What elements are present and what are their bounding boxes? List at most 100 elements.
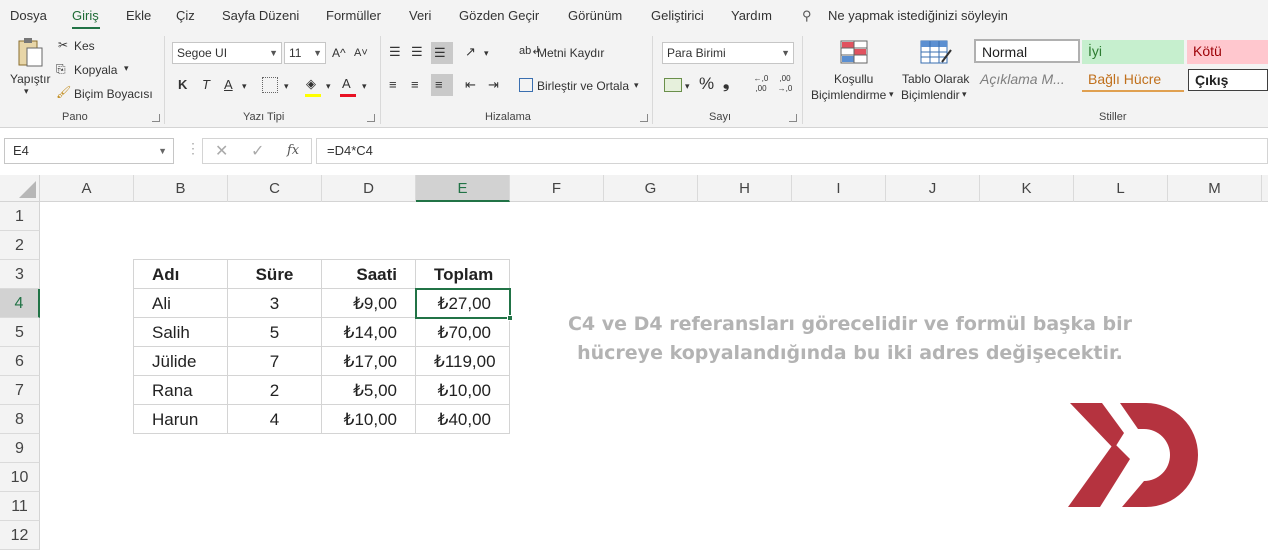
table-cell[interactable]: Jülide <box>134 347 228 376</box>
table-header-cell[interactable]: Süre <box>228 260 322 289</box>
style-normal[interactable]: Normal <box>974 39 1080 63</box>
insert-function-icon[interactable]: fx <box>287 143 299 158</box>
table-cell[interactable]: Salih <box>134 318 228 347</box>
name-box[interactable]: E4 ▼ <box>4 138 174 164</box>
row-header-6[interactable]: 6 <box>0 347 40 376</box>
format-painter-icon[interactable]: 🖌 <box>56 85 71 99</box>
table-cell[interactable]: ₺14,00 <box>322 318 416 347</box>
align-right-icon[interactable]: ≡ <box>435 75 443 95</box>
tab-ciz[interactable]: Çiz <box>176 8 195 23</box>
cut-button[interactable]: Kes <box>74 39 95 53</box>
col-header-e[interactable]: E <box>416 175 510 202</box>
select-all-corner[interactable] <box>0 175 40 202</box>
percent-style-button[interactable]: % <box>699 74 714 94</box>
row-header-5[interactable]: 5 <box>0 318 40 347</box>
row-header-2[interactable]: 2 <box>0 231 40 260</box>
merge-center-button[interactable]: Birleştir ve Ortala <box>537 79 629 93</box>
style-linked-cell[interactable]: Bağlı Hücre <box>1082 68 1184 92</box>
align-top-icon[interactable]: ☰ <box>389 42 401 62</box>
table-cell[interactable]: ₺5,00 <box>322 376 416 405</box>
table-cell[interactable]: ₺70,00 <box>416 318 510 347</box>
row-header-11[interactable]: 11 <box>0 492 40 521</box>
table-cell[interactable]: ₺10,00 <box>322 405 416 434</box>
tab-veri[interactable]: Veri <box>409 8 431 23</box>
tab-dosya[interactable]: Dosya <box>10 8 47 23</box>
table-cell[interactable]: ₺9,00 <box>322 289 416 318</box>
col-header-h[interactable]: H <box>698 175 792 202</box>
table-cell[interactable]: ₺119,00 <box>416 347 510 376</box>
col-header-f[interactable]: F <box>510 175 604 202</box>
wrap-text-button[interactable]: Metni Kaydır <box>537 46 604 60</box>
cancel-icon[interactable]: ✕ <box>215 141 228 161</box>
alignment-launcher-icon[interactable] <box>640 114 648 122</box>
shrink-font-button[interactable]: A˅ <box>354 43 368 63</box>
format-as-table-label2[interactable]: Biçimlendir <box>901 88 960 102</box>
paste-icon[interactable] <box>16 38 44 68</box>
tab-gorunum[interactable]: Görünüm <box>568 8 622 23</box>
font-color-dropdown-icon[interactable]: ▾ <box>362 76 367 96</box>
font-name-select[interactable]: Segoe UI ▼ <box>172 42 282 64</box>
row-header-1[interactable]: 1 <box>0 202 40 231</box>
col-header-m[interactable]: M <box>1168 175 1262 202</box>
bold-button[interactable]: K <box>178 75 187 95</box>
style-good[interactable]: İyi <box>1082 40 1184 64</box>
table-cell[interactable]: ₺40,00 <box>416 405 510 434</box>
format-as-table-label1[interactable]: Tablo Olarak <box>902 72 969 86</box>
row-header-7[interactable]: 7 <box>0 376 40 405</box>
merge-center-icon[interactable] <box>519 78 533 92</box>
table-cell[interactable]: 5 <box>228 318 322 347</box>
col-header-k[interactable]: K <box>980 175 1074 202</box>
table-cell[interactable]: Rana <box>134 376 228 405</box>
tell-me-search[interactable]: Ne yapmak istediğinizi söyleyin <box>828 8 1008 23</box>
col-header-d[interactable]: D <box>322 175 416 202</box>
number-format-select[interactable]: Para Birimi ▼ <box>662 42 794 64</box>
table-cell[interactable]: Harun <box>134 405 228 434</box>
enter-icon[interactable]: ✓ <box>251 141 264 161</box>
row-header-9[interactable]: 9 <box>0 434 40 463</box>
grow-font-button[interactable]: A^ <box>332 43 346 63</box>
table-cell[interactable]: ₺17,00 <box>322 347 416 376</box>
style-output[interactable]: Çıkış <box>1188 69 1268 91</box>
accounting-dropdown-icon[interactable]: ▾ <box>685 76 690 96</box>
lightbulb-icon[interactable]: ⚲ <box>802 8 812 24</box>
paste-button[interactable]: Yapıştır <box>10 72 50 86</box>
col-header-g[interactable]: G <box>604 175 698 202</box>
borders-icon[interactable] <box>262 77 278 93</box>
formula-input[interactable]: =D4*C4 <box>316 138 1268 164</box>
orientation-icon[interactable]: ↗ <box>465 42 476 62</box>
tab-yardim[interactable]: Yardım <box>731 8 772 23</box>
increase-indent-icon[interactable]: ⇥ <box>488 75 499 95</box>
conditional-formatting-label2[interactable]: Biçimlendirme <box>811 88 886 102</box>
table-cell[interactable]: 2 <box>228 376 322 405</box>
tab-ekle[interactable]: Ekle <box>126 8 151 23</box>
increase-decimal-button[interactable]: ←,0 ,00 <box>750 74 772 94</box>
conditional-formatting-label1[interactable]: Koşullu <box>834 72 873 86</box>
format-as-table-icon[interactable] <box>920 40 952 66</box>
row-header-12[interactable]: 12 <box>0 521 40 550</box>
format-painter-button[interactable]: Biçim Boyacısı <box>74 87 153 101</box>
col-header-b[interactable]: B <box>134 175 228 202</box>
copy-icon[interactable]: ⎘ <box>56 62 66 77</box>
table-cell[interactable]: 7 <box>228 347 322 376</box>
font-size-select[interactable]: 11 ▼ <box>284 42 326 64</box>
table-header-cell[interactable]: Saati <box>322 260 416 289</box>
clipboard-launcher-icon[interactable] <box>152 114 160 122</box>
col-header-j[interactable]: J <box>886 175 980 202</box>
decrease-indent-icon[interactable]: ⇤ <box>465 75 476 95</box>
align-center-icon[interactable]: ≡ <box>411 75 419 95</box>
conditional-dropdown-icon[interactable]: ▾ <box>889 89 894 100</box>
align-left-icon[interactable]: ≡ <box>389 75 397 95</box>
paste-dropdown-icon[interactable]: ▾ <box>24 86 29 97</box>
align-bottom-icon[interactable]: ☰ <box>434 43 446 63</box>
table-cell[interactable]: 3 <box>228 289 322 318</box>
underline-dropdown-icon[interactable]: ▾ <box>242 76 247 96</box>
col-header-c[interactable]: C <box>228 175 322 202</box>
font-color-icon[interactable]: A <box>342 74 351 94</box>
row-header-8[interactable]: 8 <box>0 405 40 434</box>
format-as-table-dropdown-icon[interactable]: ▾ <box>962 89 967 100</box>
font-launcher-icon[interactable] <box>367 114 375 122</box>
tab-gelistirici[interactable]: Geliştirici <box>651 8 704 23</box>
table-header-cell[interactable]: Toplam <box>416 260 510 289</box>
accounting-format-icon[interactable] <box>664 78 682 92</box>
row-header-4[interactable]: 4 <box>0 289 40 318</box>
